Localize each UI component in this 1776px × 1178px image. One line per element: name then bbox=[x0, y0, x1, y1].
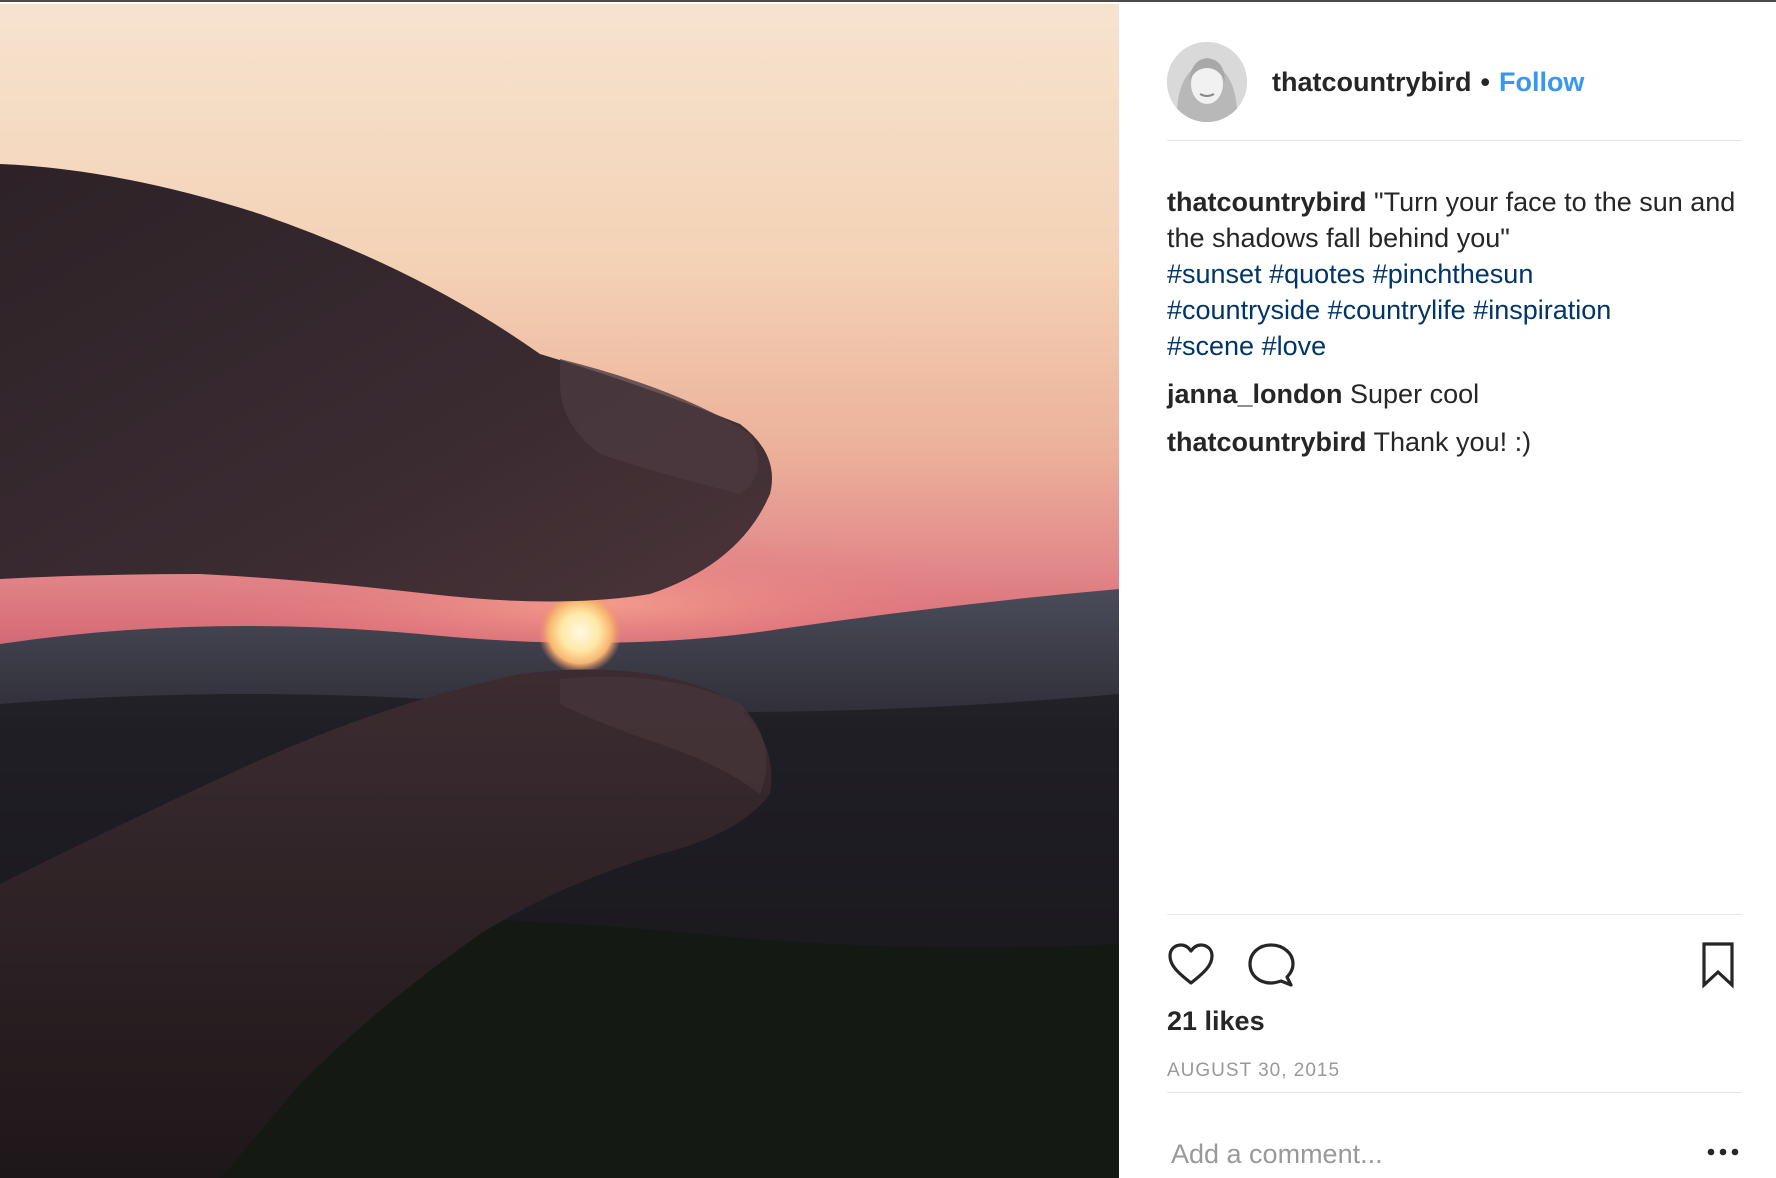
hashtag[interactable]: #sunset bbox=[1167, 259, 1262, 289]
hashtag[interactable]: #love bbox=[1262, 331, 1327, 361]
comment-divider bbox=[1167, 1092, 1742, 1093]
hashtag-list: #sunset #quotes #pinchthesun #countrysid… bbox=[1167, 256, 1742, 364]
bookmark-icon[interactable] bbox=[1694, 941, 1742, 989]
sunset-pinch-image bbox=[0, 4, 1119, 1178]
hashtag[interactable]: #scene bbox=[1167, 331, 1254, 361]
likes-count[interactable]: 21 likes bbox=[1167, 1006, 1265, 1037]
header-divider bbox=[1167, 140, 1742, 141]
caption: thatcountrybird "Turn your face to the s… bbox=[1167, 184, 1742, 364]
add-comment-input[interactable] bbox=[1171, 1134, 1671, 1174]
separator-dot: • bbox=[1480, 66, 1490, 97]
post-details-panel: thatcountrybird • Follow thatcountrybird… bbox=[1119, 4, 1776, 1178]
author-username[interactable]: thatcountrybird bbox=[1272, 67, 1472, 98]
instagram-post: thatcountrybird • Follow thatcountrybird… bbox=[0, 0, 1776, 1178]
more-options-icon[interactable] bbox=[1703, 1140, 1743, 1164]
hashtag[interactable]: #countryside bbox=[1167, 295, 1320, 325]
actions-divider bbox=[1167, 914, 1742, 915]
comments-list: thatcountrybird "Turn your face to the s… bbox=[1167, 184, 1742, 472]
comment-username[interactable]: thatcountrybird bbox=[1167, 427, 1367, 457]
hashtag[interactable]: #quotes bbox=[1269, 259, 1365, 289]
follow-button[interactable]: Follow bbox=[1499, 67, 1584, 98]
post-photo[interactable] bbox=[0, 4, 1119, 1178]
action-bar bbox=[1167, 939, 1742, 991]
profile-photo-icon bbox=[1167, 42, 1247, 122]
comment-username[interactable]: janna_london bbox=[1167, 379, 1343, 409]
hashtag[interactable]: #countrylife bbox=[1328, 295, 1466, 325]
comment-item: janna_london Super cool bbox=[1167, 376, 1742, 412]
post-date[interactable]: AUGUST 30, 2015 bbox=[1167, 1060, 1340, 1082]
comment-item: thatcountrybird Thank you! :) bbox=[1167, 424, 1742, 460]
hashtag[interactable]: #pinchthesun bbox=[1373, 259, 1534, 289]
heart-icon[interactable] bbox=[1167, 941, 1215, 989]
caption-username[interactable]: thatcountrybird bbox=[1167, 187, 1367, 217]
post-header: thatcountrybird • Follow bbox=[1167, 40, 1742, 124]
avatar[interactable] bbox=[1167, 42, 1247, 122]
comment-text: Thank you! :) bbox=[1373, 427, 1532, 457]
comment-bubble-icon[interactable] bbox=[1247, 941, 1295, 989]
comment-text: Super cool bbox=[1350, 379, 1480, 409]
hashtag[interactable]: #inspiration bbox=[1473, 295, 1611, 325]
